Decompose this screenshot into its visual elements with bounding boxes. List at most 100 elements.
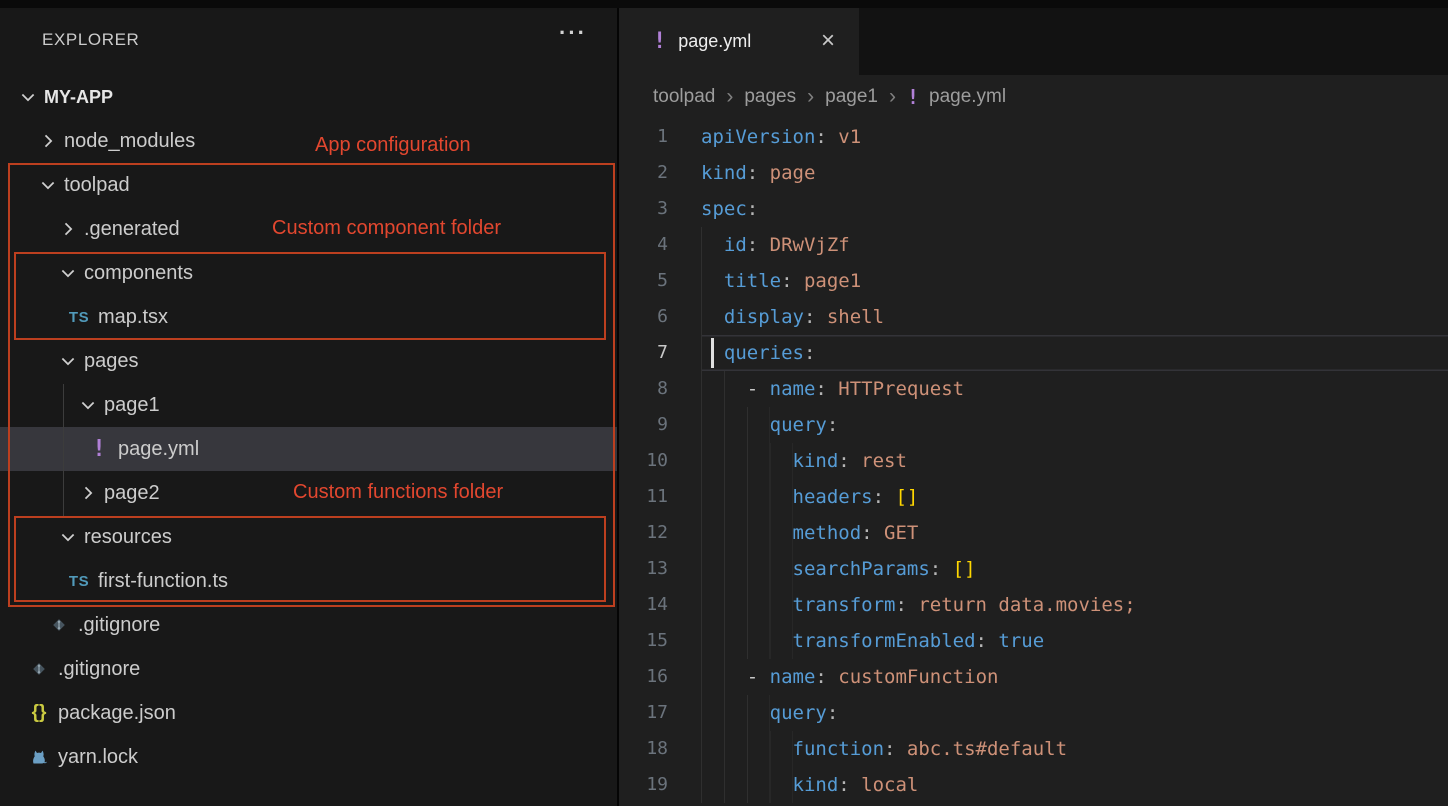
line-content: - name: customFunction [701, 659, 1448, 695]
tree-item--gitignore[interactable]: .gitignore [0, 603, 617, 647]
code-line-6: 6 display: shell [621, 299, 1448, 335]
line-content: kind: page [701, 155, 1448, 191]
tree-item-page2[interactable]: page2 [0, 471, 617, 515]
line-content: id: DRwVjZf [701, 227, 1448, 263]
code-line-17: 17query: [621, 695, 1448, 731]
tree-item-label: page2 [104, 482, 160, 505]
tree-item-label: package.json [58, 702, 176, 725]
breadcrumb-item-page1[interactable]: page1 [825, 86, 878, 108]
typescript-icon: TS [68, 309, 90, 326]
line-number[interactable]: 10 [621, 443, 668, 479]
code-line-5: 5title: page1 [621, 263, 1448, 299]
tree-item--generated[interactable]: .generated [0, 207, 617, 251]
code-line-2: 2 kind: page [621, 155, 1448, 191]
code-line-1: 1 apiVersion: v1 [621, 119, 1448, 155]
line-number[interactable]: 3 [621, 191, 668, 227]
yarn-cat-icon [28, 747, 50, 767]
breadcrumb: toolpad›pages›page1›!page.yml [621, 75, 1448, 119]
line-number[interactable]: 15 [621, 623, 668, 659]
tree-item-label: toolpad [64, 174, 130, 197]
typescript-icon: TS [68, 573, 90, 590]
tree-item--gitignore[interactable]: .gitignore [0, 647, 617, 691]
tree-item-label: components [84, 262, 193, 285]
chevron-down-icon [18, 87, 38, 107]
code-line-19: 19 kind: local [621, 767, 1448, 803]
breadcrumb-separator: › [807, 85, 814, 109]
line-number[interactable]: 5 [621, 263, 668, 299]
breadcrumb-item-toolpad[interactable]: toolpad [653, 86, 715, 108]
line-content: method: GET [701, 515, 1448, 551]
file-tree: MY-APP node_modulestoolpad .generated compo… [0, 75, 617, 779]
tree-item-pages[interactable]: pages [0, 339, 617, 383]
tree-item-resources[interactable]: resources [0, 515, 617, 559]
line-content: - name: HTTPrequest [701, 371, 1448, 407]
line-number[interactable]: 16 [621, 659, 668, 695]
line-content: display: shell [701, 299, 1448, 335]
line-number[interactable]: 9 [621, 407, 668, 443]
tree-item-page-yml[interactable]: !page.yml [0, 427, 617, 471]
git-icon [28, 659, 50, 679]
tab-page-yml[interactable]: ! page.yml × [621, 5, 859, 75]
line-number[interactable]: 18 [621, 731, 668, 767]
line-content: transformEnabled: true [701, 623, 1448, 659]
tree-item-first-function-ts[interactable]: TSfirst-function.ts [0, 559, 617, 603]
tree-item-components[interactable]: components [0, 251, 617, 295]
line-number[interactable]: 7 [621, 335, 668, 371]
line-number[interactable]: 2 [621, 155, 668, 191]
tree-item-page1[interactable]: page1 [0, 383, 617, 427]
line-content: kind: rest [701, 443, 1448, 479]
code-line-4: 4 id: DRwVjZf [621, 227, 1448, 263]
breadcrumb-separator: › [726, 85, 733, 109]
warning-icon: ! [907, 85, 919, 109]
line-content: kind: local [701, 767, 1448, 803]
tree-item-yarn-lock[interactable]: yarn.lock [0, 735, 617, 779]
breadcrumb-item-pages[interactable]: pages [744, 86, 796, 108]
tree-item-toolpad[interactable]: toolpad [0, 163, 617, 207]
title-bar-edge [0, 0, 1448, 8]
line-number[interactable]: 17 [621, 695, 668, 731]
line-number[interactable]: 4 [621, 227, 668, 263]
code-line-8: 8 - name: HTTPrequest [621, 371, 1448, 407]
line-number[interactable]: 19 [621, 767, 668, 803]
code-editor[interactable]: 1apiVersion: v12kind: page3spec:4id: DRw… [621, 119, 1448, 803]
tree-item-label: map.tsx [98, 306, 168, 329]
line-number[interactable]: 13 [621, 551, 668, 587]
code-line-14: 14transform: return data.movies; [621, 587, 1448, 623]
chevron-down-icon [38, 175, 58, 195]
tree-item-label: .gitignore [58, 658, 140, 681]
breadcrumb-item-current[interactable]: page.yml [929, 86, 1006, 108]
tree-item-label: node_modules [64, 130, 195, 153]
chevron-right-icon [38, 131, 58, 151]
chevron-down-icon [58, 527, 78, 547]
line-content: headers: [] [701, 479, 1448, 515]
code-line-15: 15 transformEnabled: true [621, 623, 1448, 659]
code-line-9: 9query: [621, 407, 1448, 443]
more-actions-icon[interactable]: ··· [559, 22, 587, 44]
chevron-right-icon [58, 219, 78, 239]
tree-item-label: yarn.lock [58, 746, 138, 769]
code-line-16: 16 - name: customFunction [621, 659, 1448, 695]
line-number[interactable]: 1 [621, 119, 668, 155]
text-cursor [711, 338, 714, 368]
tree-item-node-modules[interactable]: node_modules [0, 119, 617, 163]
line-number[interactable]: 8 [621, 371, 668, 407]
chevron-down-icon [58, 351, 78, 371]
line-content: apiVersion: v1 [701, 119, 1448, 155]
line-content: searchParams: [] [701, 551, 1448, 587]
tree-item-map-tsx[interactable]: TS map.tsx [0, 295, 617, 339]
chevron-down-icon [58, 263, 78, 283]
line-number[interactable]: 11 [621, 479, 668, 515]
line-number[interactable]: 6 [621, 299, 668, 335]
line-number[interactable]: 12 [621, 515, 668, 551]
warning-icon: ! [88, 436, 110, 462]
code-line-18: 18function: abc.ts#default [621, 731, 1448, 767]
tree-item-package-json[interactable]: {}package.json [0, 691, 617, 735]
code-line-11: 11 headers: [] [621, 479, 1448, 515]
code-line-7: 7queries: [621, 335, 1448, 371]
explorer-sidebar: EXPLORER ··· MY-APP node_modulestoolpad .g… [0, 0, 619, 806]
explorer-header: EXPLORER ··· [0, 8, 617, 72]
tree-item-my-app[interactable]: MY-APP [0, 75, 617, 119]
line-number[interactable]: 14 [621, 587, 668, 623]
chevron-right-icon [78, 483, 98, 503]
close-icon[interactable]: × [821, 29, 835, 53]
